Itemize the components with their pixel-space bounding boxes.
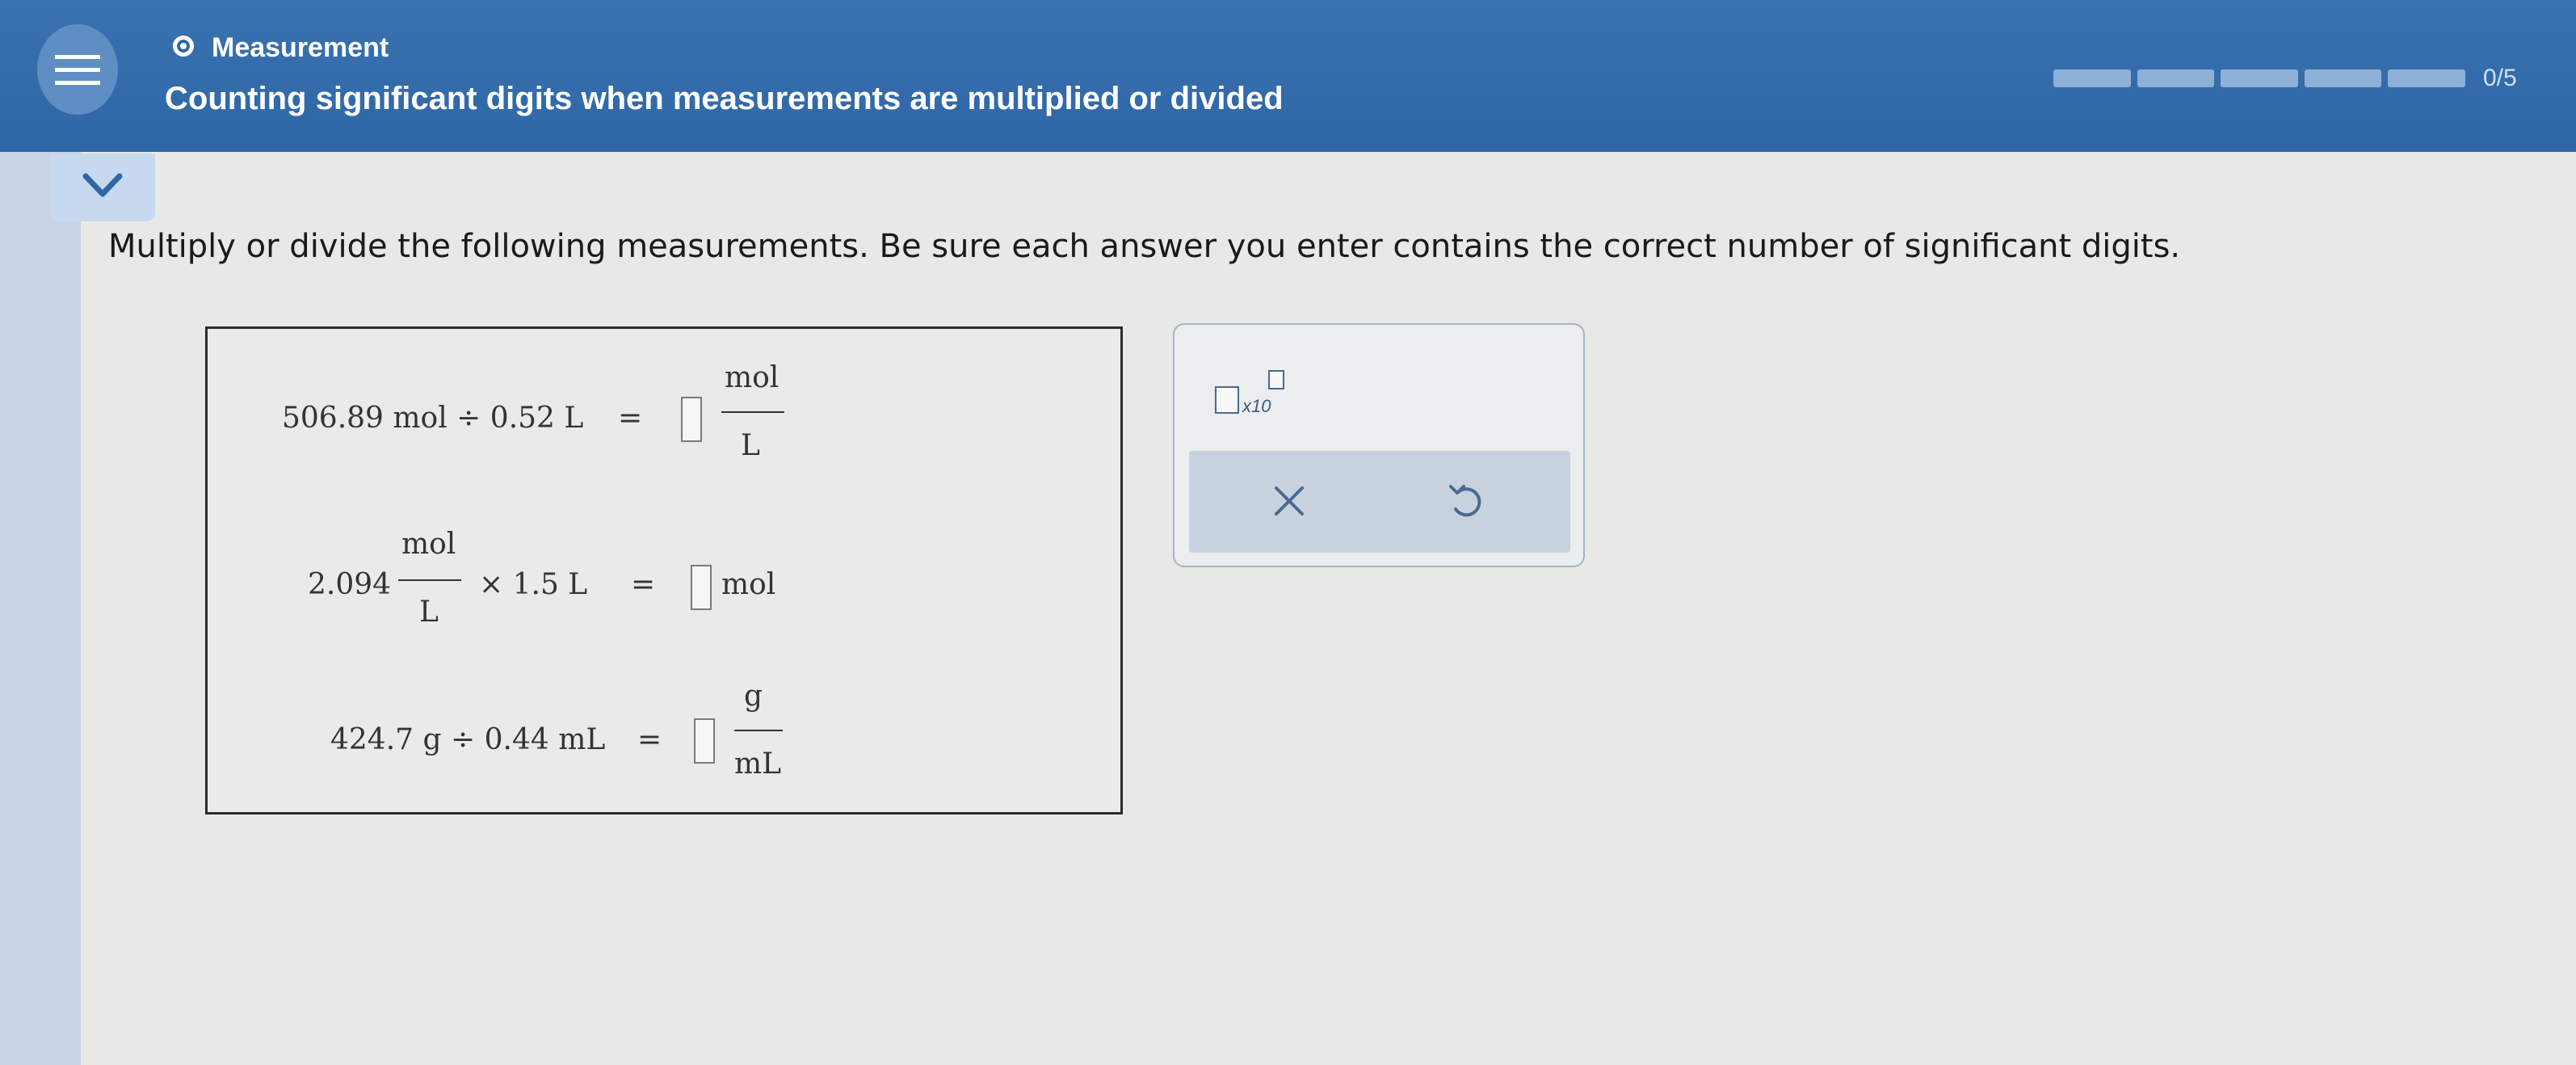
progress-segment <box>2388 69 2465 87</box>
lesson-title: Counting significant digits when measure… <box>165 81 1284 116</box>
chevron-down-icon <box>82 173 123 197</box>
menu-icon-bar <box>55 81 100 85</box>
menu-icon-bar <box>55 68 100 72</box>
equals-sign: = <box>618 402 643 435</box>
answer-input-2[interactable] <box>691 565 712 610</box>
topic-label: Measurement <box>212 32 389 63</box>
x-icon <box>1275 486 1304 516</box>
clear-button[interactable] <box>1263 475 1315 527</box>
equals-sign: = <box>637 723 662 756</box>
progress-segment <box>2304 69 2382 87</box>
equals-sign: = <box>631 568 656 601</box>
unit-denominator: mL <box>734 747 782 781</box>
unit-numerator: mol <box>725 361 780 394</box>
fraction-bar <box>721 411 784 413</box>
menu-button[interactable] <box>37 24 118 115</box>
collapse-button[interactable] <box>50 154 155 221</box>
header-bar: Measurement Counting significant digits … <box>0 0 2576 152</box>
problem-row-3: 424.7 g ÷ 0.44 mL = g mL <box>208 671 1125 801</box>
answer-input-3[interactable] <box>694 718 715 764</box>
progress-segment <box>2137 69 2215 87</box>
coef-unit-numerator: mol <box>401 528 456 561</box>
instruction-text: Multiply or divide the following measure… <box>108 228 2181 265</box>
coef-unit-denominator: L <box>419 596 439 629</box>
undo-icon <box>1449 485 1481 517</box>
fraction-bar <box>398 579 461 581</box>
menu-icon <box>55 55 100 59</box>
coefficient: 2.094 <box>308 568 392 601</box>
unit-numerator: g <box>744 680 763 713</box>
topic-icon <box>173 36 194 57</box>
progress-segment <box>2221 69 2298 87</box>
sci-notation-exponent-box <box>1268 370 1284 389</box>
problem-expression: 506.89 mol ÷ 0.52 L <box>282 402 584 435</box>
problem-row-1: 506.89 mol ÷ 0.52 L = mol L <box>208 345 1125 474</box>
fraction-bar <box>734 730 783 731</box>
left-strip <box>0 152 81 1065</box>
sci-notation-label: x10 <box>1242 396 1271 416</box>
tool-action-bar <box>1189 451 1570 553</box>
answer-input-1[interactable] <box>681 397 702 442</box>
progress-bar <box>2053 69 2465 87</box>
math-tool-panel: x10 <box>1173 323 1585 567</box>
answer-unit: mol <box>721 568 776 601</box>
sci-notation-button[interactable] <box>1215 386 1239 414</box>
progress-segment <box>2053 69 2131 87</box>
multiplier: × 1.5 L <box>479 568 588 601</box>
undo-button[interactable] <box>1439 475 1491 527</box>
problem-row-2: 2.094 mol L × 1.5 L = mol <box>208 511 1125 641</box>
progress-text: 0/5 <box>2483 65 2517 91</box>
unit-denominator: L <box>741 429 760 462</box>
problem-box: 506.89 mol ÷ 0.52 L = mol L 2.094 mol L … <box>205 326 1123 815</box>
problem-expression: 424.7 g ÷ 0.44 mL <box>330 723 606 756</box>
